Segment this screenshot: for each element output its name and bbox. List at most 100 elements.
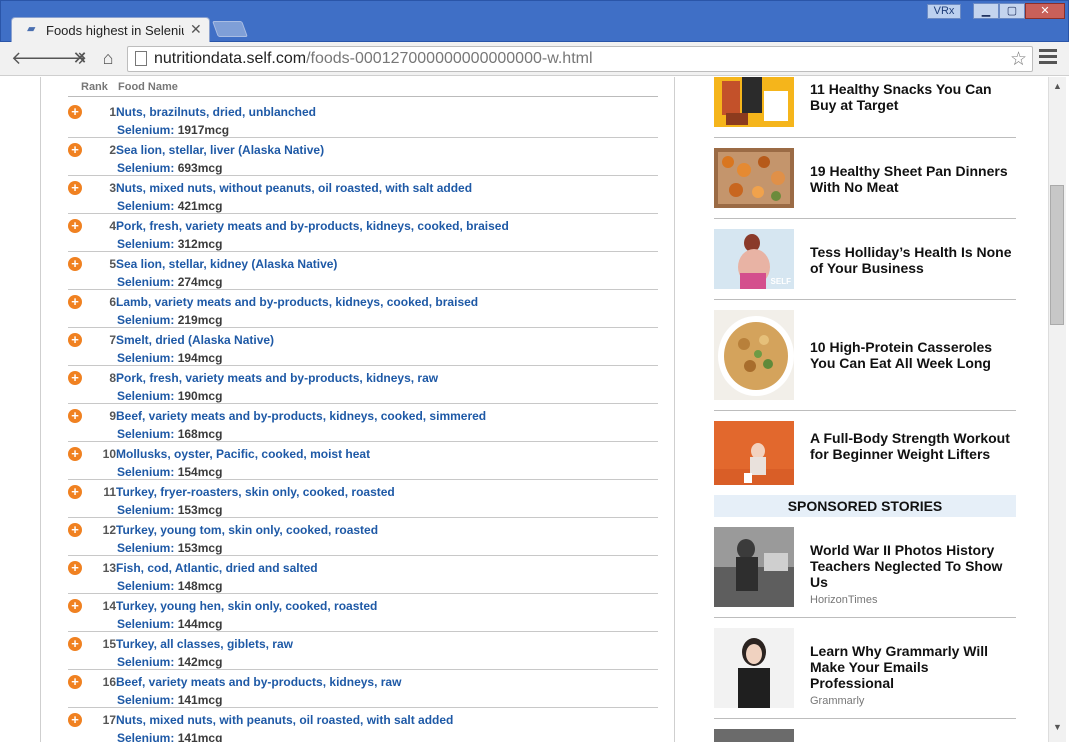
add-plus-icon[interactable]: +	[68, 637, 82, 651]
story-title[interactable]: 19 Healthy Sheet Pan Dinners With No Mea…	[810, 163, 1016, 195]
nutrient-value: 153mcg	[177, 503, 223, 517]
nutrient-label: Selenium:	[117, 655, 175, 669]
add-plus-icon[interactable]: +	[68, 219, 82, 233]
table-row: +14 Turkey, young hen, skin only, cooked,…	[68, 594, 658, 632]
story-source: Grammarly	[810, 695, 865, 707]
nutrient-amount: Selenium: 312mcg	[117, 237, 222, 251]
add-plus-icon[interactable]: +	[68, 561, 82, 575]
nutrient-value: 142mcg	[177, 655, 223, 669]
story-thumbnail[interactable]	[714, 628, 794, 708]
add-plus-icon[interactable]: +	[68, 713, 82, 727]
table-row: +4 Pork, fresh, variety meats and by-prod…	[68, 214, 658, 252]
scroll-up-arrow-icon[interactable]: ▲	[1053, 81, 1062, 91]
add-plus-icon[interactable]: +	[68, 105, 82, 119]
story-title[interactable]: 10 High-Protein Casseroles You Can Eat A…	[810, 339, 1016, 371]
add-plus-icon[interactable]: +	[68, 675, 82, 689]
food-name-link[interactable]: Turkey, fryer-roasters, skin only, cooke…	[116, 485, 395, 499]
sponsored-story-item[interactable]: World War II Photos History Teachers Neg…	[714, 517, 1016, 618]
food-name-link[interactable]: Turkey, young hen, skin only, cooked, ro…	[116, 599, 377, 613]
story-thumbnail[interactable]	[714, 421, 794, 485]
bookmark-star-icon[interactable]: ☆	[1010, 48, 1027, 71]
rank-number: 15	[102, 637, 116, 651]
nutrient-label: Selenium:	[117, 731, 175, 742]
rank-number: 4	[109, 219, 116, 233]
food-name-link[interactable]: Turkey, young tom, skin only, cooked, ro…	[116, 523, 378, 537]
browser-tab[interactable]: ▰ Foods highest in Selenium ✕	[11, 17, 210, 44]
story-thumbnail[interactable]	[714, 527, 794, 607]
food-name-link[interactable]: Nuts, brazilnuts, dried, unblanched	[116, 105, 316, 119]
sponsored-story-item[interactable]: Learn Why Grammarly Will Make Your Email…	[714, 618, 1016, 719]
add-plus-icon[interactable]: +	[68, 295, 82, 309]
story-thumbnail[interactable]	[714, 77, 794, 127]
nutrient-label: Selenium:	[117, 123, 175, 137]
add-plus-icon[interactable]: +	[68, 485, 82, 499]
workout-image	[714, 421, 794, 485]
story-thumbnail[interactable]	[714, 729, 794, 742]
nutrient-label: Selenium:	[117, 427, 175, 441]
back-arrow-icon[interactable]: 🡐	[11, 48, 59, 69]
table-row: +15 Turkey, all classes, giblets, raw Sele…	[68, 632, 658, 670]
food-name-link[interactable]: Beef, variety meats and by-products, kid…	[116, 409, 486, 423]
nutrient-amount: Selenium: 168mcg	[117, 427, 222, 441]
add-plus-icon[interactable]: +	[68, 257, 82, 271]
rank-number: 6	[109, 295, 116, 309]
window-maximize-button[interactable]: ▢	[999, 3, 1025, 19]
story-item[interactable]: SELF Tess Holliday’s Health Is None of Y…	[714, 219, 1016, 300]
story-item[interactable]: A Full-Body Strength Workout for Beginne…	[714, 411, 1016, 495]
window-close-button[interactable]: ✕	[1025, 3, 1065, 19]
tab-close-icon[interactable]: ✕	[190, 21, 202, 38]
address-bar[interactable]: nutritiondata.self.com/foods-00012700000…	[127, 46, 1033, 72]
url-text[interactable]: nutritiondata.self.com/foods-00012700000…	[154, 50, 593, 68]
add-plus-icon[interactable]: +	[68, 143, 82, 157]
food-name-link[interactable]: Mollusks, oyster, Pacific, cooked, moist…	[116, 447, 370, 461]
scroll-down-arrow-icon[interactable]: ▼	[1053, 722, 1062, 732]
food-name-link[interactable]: Sea lion, stellar, kidney (Alaska Native…	[116, 257, 337, 271]
food-name-link[interactable]: Beef, variety meats and by-products, kid…	[116, 675, 401, 689]
rank-number: 12	[102, 523, 116, 537]
add-plus-icon[interactable]: +	[68, 599, 82, 613]
story-title[interactable]: Tess Holliday’s Health Is None of Your B…	[810, 244, 1016, 276]
table-row: +3 Nuts, mixed nuts, without peanuts, oil…	[68, 176, 658, 214]
add-plus-icon[interactable]: +	[68, 523, 82, 537]
food-name-link[interactable]: Sea lion, stellar, liver (Alaska Native)	[116, 143, 324, 157]
food-name-link[interactable]: Smelt, dried (Alaska Native)	[116, 333, 274, 347]
story-thumbnail[interactable]	[714, 310, 794, 400]
rank-number: 7	[109, 333, 116, 347]
nutrient-value: 194mcg	[177, 351, 223, 365]
story-title[interactable]: Learn Why Grammarly Will Make Your Email…	[810, 643, 1016, 691]
add-plus-icon[interactable]: +	[68, 371, 82, 385]
wwii-photo-image	[714, 527, 794, 607]
story-thumbnail[interactable]: SELF	[714, 229, 794, 289]
forward-arrow-icon[interactable]: 🡒	[39, 48, 87, 69]
browser-menu-icon[interactable]	[1039, 49, 1057, 67]
vertical-scrollbar[interactable]: ▲ ▼	[1048, 77, 1066, 742]
story-title[interactable]: World War II Photos History Teachers Neg…	[810, 542, 1016, 590]
story-title[interactable]: A Full-Body Strength Workout for Beginne…	[810, 430, 1016, 462]
story-item[interactable]: 19 Healthy Sheet Pan Dinners With No Mea…	[714, 138, 1016, 219]
story-item[interactable]: 11 Healthy Snacks You Can Buy at Target	[714, 77, 1016, 138]
food-name-link[interactable]: Nuts, mixed nuts, with peanuts, oil roas…	[116, 713, 453, 727]
food-name-link[interactable]: Pork, fresh, variety meats and by-produc…	[116, 371, 438, 385]
nutrient-label: Selenium:	[117, 541, 175, 555]
nutrient-value: 153mcg	[177, 541, 223, 555]
window-minimize-button[interactable]: ▁	[973, 3, 999, 19]
story-thumbnail[interactable]	[714, 148, 794, 208]
home-icon[interactable]: ⌂	[97, 48, 119, 69]
food-name-link[interactable]: Lamb, variety meats and by-products, kid…	[116, 295, 478, 309]
stop-loading-icon[interactable]: ✕	[69, 48, 91, 69]
add-plus-icon[interactable]: +	[68, 409, 82, 423]
food-name-link[interactable]: Fish, cod, Atlantic, dried and salted	[116, 561, 318, 575]
nutrient-amount: Selenium: 148mcg	[117, 579, 222, 593]
food-name-link[interactable]: Nuts, mixed nuts, without peanuts, oil r…	[116, 181, 472, 195]
new-tab-button[interactable]	[212, 21, 248, 37]
add-plus-icon[interactable]: +	[68, 333, 82, 347]
food-name-link[interactable]: Turkey, all classes, giblets, raw	[116, 637, 293, 651]
story-item[interactable]: 10 High-Protein Casseroles You Can Eat A…	[714, 300, 1016, 411]
add-plus-icon[interactable]: +	[68, 447, 82, 461]
nutrient-label: Selenium:	[117, 161, 175, 175]
story-title[interactable]: 11 Healthy Snacks You Can Buy at Target	[810, 81, 1016, 113]
extension-badge[interactable]: VRx	[927, 4, 961, 19]
add-plus-icon[interactable]: +	[68, 181, 82, 195]
food-name-link[interactable]: Pork, fresh, variety meats and by-produc…	[116, 219, 509, 233]
scrollbar-thumb[interactable]	[1050, 185, 1064, 325]
